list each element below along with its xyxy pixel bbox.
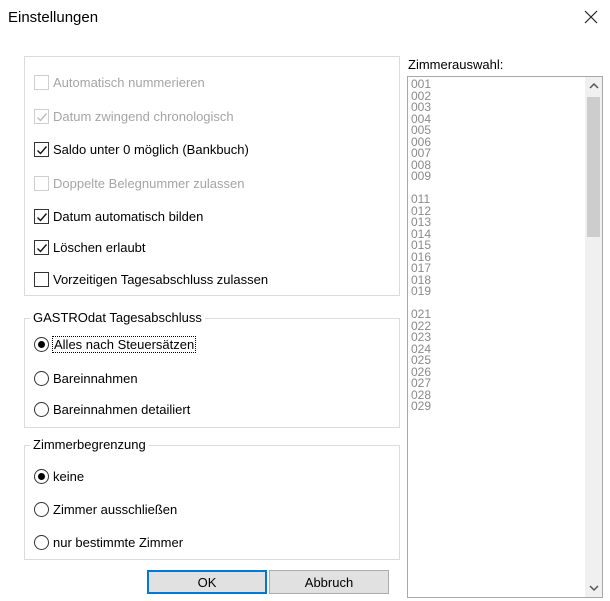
ok-button[interactable]: OK — [147, 570, 267, 594]
checkbox-label: Löschen erlaubt — [53, 239, 146, 255]
list-item[interactable]: 002 — [411, 90, 581, 103]
list-item[interactable]: 008 — [411, 159, 581, 172]
radio-button[interactable] — [34, 501, 49, 517]
list-item[interactable]: 013 — [411, 216, 581, 229]
radio-button[interactable] — [34, 534, 49, 550]
list-item[interactable]: 012 — [411, 205, 581, 218]
radio-bareinnahmen-detailiert[interactable]: Bareinnahmen detailiert — [34, 400, 190, 418]
radio-keine[interactable]: keine — [34, 467, 84, 485]
zimmerauswahl-items: 001 002 003 004 005 006 007 008 009 011 012 013 014 0… — [411, 78, 581, 413]
list-item[interactable]: 001 — [411, 78, 581, 91]
chevron-down-icon[interactable] — [588, 583, 600, 593]
list-item[interactable]: 009 — [411, 170, 581, 183]
radio-alles-nach-steuersaetzen[interactable]: Alles nach Steuersätzen — [34, 335, 197, 353]
check-icon — [37, 145, 48, 155]
list-item[interactable]: 007 — [411, 147, 581, 160]
list-item[interactable]: 016 — [411, 251, 581, 264]
radio-button[interactable] — [34, 468, 49, 484]
list-item[interactable]: 017 — [411, 262, 581, 275]
checkbox-label: Saldo unter 0 möglich (Bankbuch) — [53, 141, 249, 157]
checkbox-automatisch-nummerieren[interactable]: Automatisch nummerieren — [34, 73, 205, 91]
list-item[interactable]: 006 — [411, 136, 581, 149]
checkbox-box[interactable] — [34, 74, 49, 90]
list-item[interactable]: 014 — [411, 228, 581, 241]
radio-button[interactable] — [34, 401, 49, 417]
close-button[interactable] — [580, 6, 602, 28]
radio-label: Bareinnahmen — [53, 370, 138, 386]
zimmerbegrenzung-legend: Zimmerbegrenzung — [30, 438, 149, 452]
radio-label: keine — [53, 468, 85, 484]
radio-button[interactable] — [34, 370, 49, 386]
list-item[interactable]: 028 — [411, 389, 581, 402]
checkbox-label: Datum automatisch bilden — [53, 208, 204, 224]
radio-label: Zimmer ausschließen — [53, 501, 178, 517]
list-item[interactable]: 005 — [411, 124, 581, 137]
list-item[interactable]: 023 — [411, 331, 581, 344]
list-item[interactable]: 015 — [411, 239, 581, 252]
checkbox-label: Automatisch nummerieren — [53, 74, 205, 90]
tagesabschluss-legend: GASTROdat Tagesabschluss — [30, 311, 205, 325]
checkbox-loeschen-erlaubt[interactable]: Löschen erlaubt — [34, 238, 146, 256]
check-icon — [37, 112, 48, 122]
list-item[interactable]: 029 — [411, 400, 581, 413]
list-item[interactable]: 022 — [411, 320, 581, 333]
checkbox-box[interactable] — [34, 239, 49, 255]
list-item[interactable]: 003 — [411, 101, 581, 114]
listbox-scrollbar[interactable] — [585, 77, 602, 597]
title-bar: Einstellungen — [0, 0, 610, 40]
checkbox-label: Doppelte Belegnummer zulassen — [53, 175, 245, 191]
list-item[interactable]: 018 — [411, 274, 581, 287]
checkbox-doppelte-belegnummer[interactable]: Doppelte Belegnummer zulassen — [34, 174, 245, 192]
window-title: Einstellungen — [8, 9, 99, 26]
checkbox-box[interactable] — [34, 108, 49, 124]
list-item[interactable]: 024 — [411, 343, 581, 356]
checkbox-box[interactable] — [34, 141, 49, 157]
radio-button[interactable] — [34, 336, 49, 352]
checkbox-label: Vorzeitigen Tagesabschluss zulassen — [53, 271, 269, 287]
check-icon — [37, 243, 48, 253]
checkbox-box[interactable] — [34, 175, 49, 191]
list-item[interactable]: 019 — [411, 285, 581, 298]
radio-bareinnahmen[interactable]: Bareinnahmen — [34, 369, 138, 387]
chevron-up-icon[interactable] — [588, 81, 600, 91]
scrollbar-thumb[interactable] — [587, 97, 600, 237]
cancel-button-label: Abbruch — [304, 574, 354, 590]
list-item[interactable]: 025 — [411, 354, 581, 367]
checkbox-datum-automatisch[interactable]: Datum automatisch bilden — [34, 207, 203, 225]
list-item[interactable]: 004 — [411, 113, 581, 126]
radio-zimmer-ausschliessen[interactable]: Zimmer ausschließen — [34, 500, 177, 518]
radio-label: Alles nach Steuersätzen — [51, 335, 197, 353]
list-item[interactable]: 021 — [411, 308, 581, 321]
radio-nur-bestimmte-zimmer[interactable]: nur bestimmte Zimmer — [34, 533, 183, 551]
list-item[interactable]: 027 — [411, 377, 581, 390]
zimmerauswahl-label: Zimmerauswahl: — [408, 57, 504, 72]
zimmerauswahl-listbox[interactable]: 001 002 003 004 005 006 007 008 009 011 012 013 014 0… — [407, 76, 603, 598]
ok-button-label: OK — [197, 574, 217, 590]
radio-label: Bareinnahmen detailiert — [53, 401, 191, 417]
checkbox-saldo-unter-0[interactable]: Saldo unter 0 möglich (Bankbuch) — [34, 140, 249, 158]
checkbox-vorzeitiger-tagesabschluss[interactable]: Vorzeitigen Tagesabschluss zulassen — [34, 270, 268, 288]
checkbox-label: Datum zwingend chronologisch — [53, 108, 234, 124]
list-item[interactable]: 011 — [411, 193, 581, 206]
close-icon — [584, 10, 598, 24]
checkbox-box[interactable] — [34, 271, 49, 287]
checkbox-datum-chronologisch[interactable]: Datum zwingend chronologisch — [34, 107, 234, 125]
cancel-button[interactable]: Abbruch — [269, 570, 389, 594]
radio-label: nur bestimmte Zimmer — [53, 534, 184, 550]
checkbox-box[interactable] — [34, 208, 49, 224]
list-item[interactable]: 026 — [411, 366, 581, 379]
check-icon — [37, 212, 48, 222]
